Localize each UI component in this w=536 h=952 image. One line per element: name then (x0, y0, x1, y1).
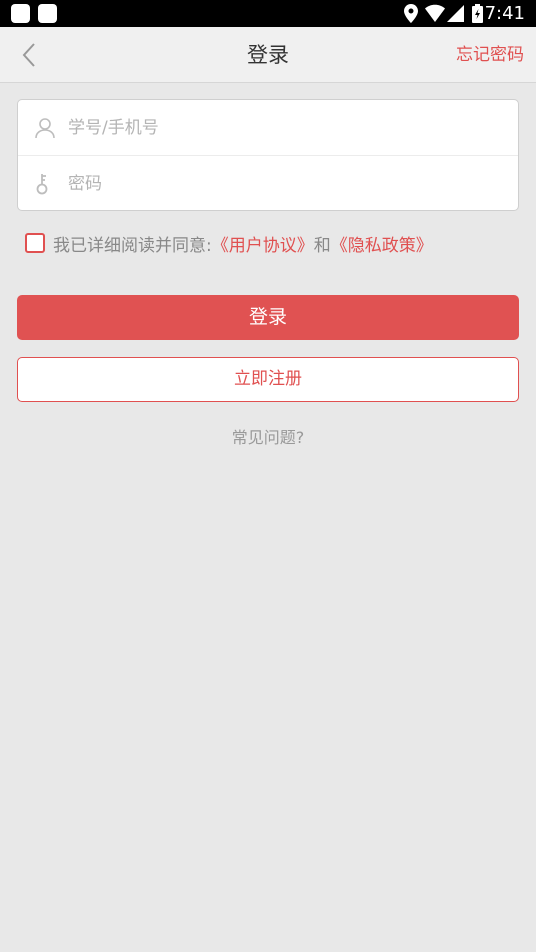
back-button[interactable] (12, 37, 46, 73)
header: 登录 忘记密码 (0, 27, 536, 83)
user-icon (35, 118, 55, 139)
login-form (17, 99, 519, 211)
status-bar: 7:41 (0, 0, 536, 27)
agreement-conjunction: 和 (313, 235, 331, 256)
agreement: 我已详细阅读并同意: 《用户协议》 和 《隐私政策》 (25, 231, 433, 256)
register-button[interactable]: 立即注册 (17, 357, 519, 402)
login-button[interactable]: 登录 (17, 295, 519, 340)
chevron-left-icon (22, 43, 35, 67)
location-icon (404, 4, 418, 23)
privacy-policy-link[interactable]: 《隐私政策》 (331, 231, 433, 256)
status-time: 7:41 (484, 3, 525, 24)
battery-icon (472, 4, 483, 23)
password-row (18, 156, 518, 212)
app-icon (38, 4, 57, 23)
forgot-password-link[interactable]: 忘记密码 (456, 27, 524, 83)
signal-icon (447, 5, 464, 22)
app-icon (11, 4, 30, 23)
faq-link[interactable]: 常见问题? (0, 424, 536, 448)
wifi-icon (425, 4, 445, 22)
password-input[interactable] (68, 166, 508, 202)
username-input[interactable] (68, 110, 508, 146)
username-row (18, 100, 518, 156)
agreement-checkbox[interactable] (25, 233, 45, 253)
user-agreement-link[interactable]: 《用户协议》 (212, 231, 314, 256)
key-icon (36, 174, 48, 195)
agreement-text: 我已详细阅读并同意: (53, 235, 212, 256)
